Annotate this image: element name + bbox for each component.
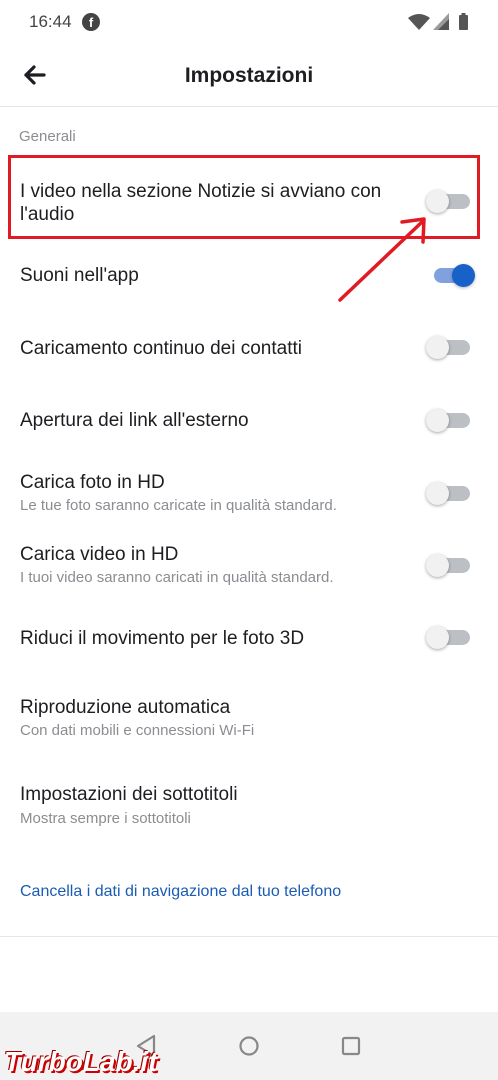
- nav-recents-icon[interactable]: [341, 1036, 361, 1056]
- setting-title-autoplay: Riproduzione automatica: [20, 697, 231, 718]
- facebook-notification-icon: f: [82, 13, 100, 31]
- signal-icon: [433, 13, 449, 30]
- divider: [0, 936, 498, 937]
- setting-subtitle-autoplay: Con dati mobili e connessioni Wi-Fi: [20, 722, 255, 739]
- clear-browsing-data-link[interactable]: Cancella i dati di navigazione dal tuo t…: [20, 883, 341, 901]
- setting-title-3d-motion: Riduci il movimento per le foto 3D: [20, 628, 305, 649]
- setting-subtitle-hd-videos: I tuoi video saranno caricati in qualità…: [20, 569, 334, 586]
- status-time: 16:44: [29, 12, 72, 31]
- toggle-3d-motion[interactable]: [426, 622, 472, 652]
- section-label: Generali: [19, 128, 76, 145]
- setting-subtitle-hd-photos: Le tue foto saranno caricate in qualità …: [20, 497, 337, 514]
- nav-home-icon[interactable]: [238, 1035, 260, 1057]
- setting-title-app-sounds: Suoni nell'app: [20, 265, 139, 286]
- toggle-hd-photos[interactable]: [426, 478, 472, 508]
- toggle-hd-videos[interactable]: [426, 550, 472, 580]
- wifi-icon: [408, 14, 430, 30]
- page-title: Impostazioni: [184, 64, 314, 87]
- setting-title-external-links: Apertura dei link all'esterno: [20, 410, 249, 431]
- setting-title-hd-videos: Carica video in HD: [20, 544, 179, 565]
- setting-title-hd-photos: Carica foto in HD: [20, 472, 165, 493]
- annotation-arrow-icon: [338, 217, 426, 302]
- setting-title-contacts-upload: Caricamento continuo dei contatti: [20, 338, 302, 359]
- toggle-contacts-upload[interactable]: [426, 332, 472, 362]
- toggle-external-links[interactable]: [426, 405, 472, 435]
- setting-title-captions: Impostazioni dei sottotitoli: [20, 784, 238, 805]
- battery-icon: [459, 13, 468, 30]
- watermark-logo: TurboLab.it: [4, 1046, 158, 1077]
- setting-subtitle-captions: Mostra sempre i sottotitoli: [20, 810, 191, 827]
